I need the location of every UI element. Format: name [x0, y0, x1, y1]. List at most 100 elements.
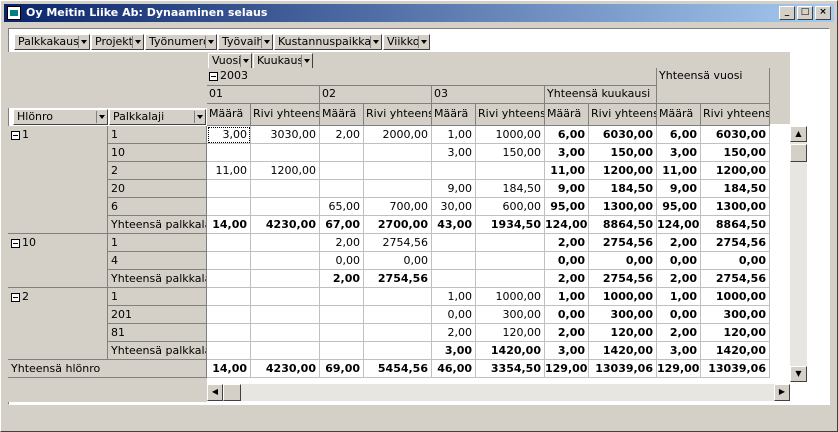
data-cell[interactable] — [251, 288, 320, 306]
data-cell[interactable] — [432, 270, 476, 288]
scroll-up-button[interactable]: ▲ — [790, 126, 807, 142]
data-cell[interactable]: 184,50 — [476, 180, 545, 198]
data-cell[interactable]: 1420,00 — [701, 342, 770, 360]
data-cell[interactable]: 6,00 — [657, 126, 701, 144]
year-header[interactable]: 2003 — [207, 68, 657, 86]
hlonro-group-10[interactable]: 10 — [8, 234, 108, 288]
data-cell[interactable]: 1000,00 — [476, 288, 545, 306]
data-cell[interactable] — [251, 180, 320, 198]
data-cell[interactable]: 1300,00 — [701, 198, 770, 216]
data-cell[interactable]: 700,00 — [364, 198, 432, 216]
data-cell[interactable]: 124,00 — [545, 216, 589, 234]
data-cell[interactable] — [207, 342, 251, 360]
data-cell[interactable] — [207, 234, 251, 252]
scroll-down-button[interactable]: ▼ — [790, 366, 807, 382]
data-cell[interactable]: 2,00 — [657, 234, 701, 252]
close-button[interactable]: × — [815, 6, 831, 20]
data-cell[interactable] — [251, 306, 320, 324]
data-cell[interactable]: 14,00 — [207, 216, 251, 234]
data-cell[interactable] — [432, 162, 476, 180]
scroll-right-button[interactable]: ▶ — [774, 384, 790, 401]
page-field-työnumero[interactable]: Työnumero — [145, 34, 217, 50]
data-cell[interactable]: 0,00 — [432, 306, 476, 324]
data-cell[interactable]: 65,00 — [320, 198, 364, 216]
col-field-kuukausi[interactable]: Kuukausi — [253, 53, 313, 69]
data-cell[interactable]: 2754,56 — [589, 234, 657, 252]
data-cell[interactable]: 3030,00 — [251, 126, 320, 144]
data-cell[interactable]: 8864,50 — [589, 216, 657, 234]
data-cell[interactable] — [207, 288, 251, 306]
chevron-down-icon[interactable] — [205, 36, 216, 48]
data-cell[interactable]: 3,00 — [545, 144, 589, 162]
collapse-icon[interactable] — [11, 238, 20, 248]
chevron-down-icon[interactable] — [370, 36, 381, 48]
data-cell[interactable]: 120,00 — [476, 324, 545, 342]
hlonro-group-2[interactable]: 2 — [8, 288, 108, 360]
data-cell[interactable]: 43,00 — [432, 216, 476, 234]
data-cell[interactable]: 1300,00 — [589, 198, 657, 216]
data-cell[interactable]: 1000,00 — [476, 126, 545, 144]
data-cell[interactable] — [320, 306, 364, 324]
chevron-down-icon[interactable] — [240, 55, 251, 67]
data-cell[interactable]: 1,00 — [657, 288, 701, 306]
data-cell[interactable] — [251, 234, 320, 252]
data-cell[interactable]: 9,00 — [545, 180, 589, 198]
data-cell[interactable]: 11,00 — [207, 162, 251, 180]
data-cell[interactable]: 2000,00 — [364, 126, 432, 144]
data-cell[interactable]: 1,00 — [545, 288, 589, 306]
data-cell[interactable] — [320, 180, 364, 198]
data-cell[interactable]: 2,00 — [320, 234, 364, 252]
month-header-03[interactable]: 03 — [432, 86, 545, 104]
data-cell[interactable]: 2,00 — [545, 270, 589, 288]
data-cell[interactable]: 150,00 — [589, 144, 657, 162]
data-cell[interactable]: 3,00 — [432, 342, 476, 360]
data-cell[interactable] — [364, 162, 432, 180]
data-cell[interactable]: 11,00 — [545, 162, 589, 180]
data-cell[interactable] — [207, 270, 251, 288]
data-cell[interactable] — [251, 144, 320, 162]
page-field-viikko[interactable]: Viikko — [383, 34, 430, 50]
row-field-hlönro[interactable]: Hlönro — [13, 109, 108, 125]
data-cell[interactable]: 6030,00 — [701, 126, 770, 144]
chevron-down-icon[interactable] — [132, 36, 143, 48]
data-cell[interactable]: 4230,00 — [251, 216, 320, 234]
data-cell[interactable] — [251, 198, 320, 216]
collapse-icon[interactable] — [209, 71, 218, 81]
data-cell[interactable]: 1000,00 — [701, 288, 770, 306]
data-cell[interactable] — [207, 198, 251, 216]
data-cell[interactable] — [476, 234, 545, 252]
data-cell[interactable] — [251, 342, 320, 360]
data-cell[interactable]: 2,00 — [320, 270, 364, 288]
data-cell[interactable]: 30,00 — [432, 198, 476, 216]
data-cell[interactable]: 11,00 — [657, 162, 701, 180]
horizontal-scroll-thumb[interactable] — [223, 384, 241, 401]
data-cell[interactable] — [364, 288, 432, 306]
data-cell[interactable]: 3,00 — [207, 126, 251, 144]
data-cell[interactable]: 1420,00 — [589, 342, 657, 360]
data-cell[interactable]: 2,00 — [545, 234, 589, 252]
data-cell[interactable]: 1,00 — [432, 126, 476, 144]
data-cell[interactable]: 3,00 — [657, 342, 701, 360]
data-cell[interactable]: 1934,50 — [476, 216, 545, 234]
grand-total-cell[interactable]: 69,00 — [320, 360, 364, 378]
data-cell[interactable]: 1420,00 — [476, 342, 545, 360]
data-cell[interactable]: 3,00 — [432, 144, 476, 162]
data-cell[interactable]: 3,00 — [657, 144, 701, 162]
vertical-scrollbar[interactable]: ▲ ▼ — [790, 126, 807, 382]
data-cell[interactable]: 184,50 — [589, 180, 657, 198]
data-cell[interactable]: 124,00 — [657, 216, 701, 234]
page-field-työvaihe[interactable]: Työvaihe — [218, 34, 273, 50]
data-cell[interactable]: 300,00 — [701, 306, 770, 324]
data-cell[interactable] — [476, 252, 545, 270]
data-cell[interactable] — [364, 324, 432, 342]
data-cell[interactable] — [320, 144, 364, 162]
data-cell[interactable]: 2754,56 — [701, 270, 770, 288]
data-cell[interactable] — [320, 324, 364, 342]
chevron-down-icon[interactable] — [194, 111, 205, 123]
grand-total-cell[interactable]: 5454,56 — [364, 360, 432, 378]
grand-total-cell[interactable]: 13039,06 — [589, 360, 657, 378]
data-cell[interactable] — [207, 252, 251, 270]
data-cell[interactable]: 1000,00 — [589, 288, 657, 306]
data-cell[interactable]: 2,00 — [657, 270, 701, 288]
data-cell[interactable]: 2,00 — [432, 324, 476, 342]
